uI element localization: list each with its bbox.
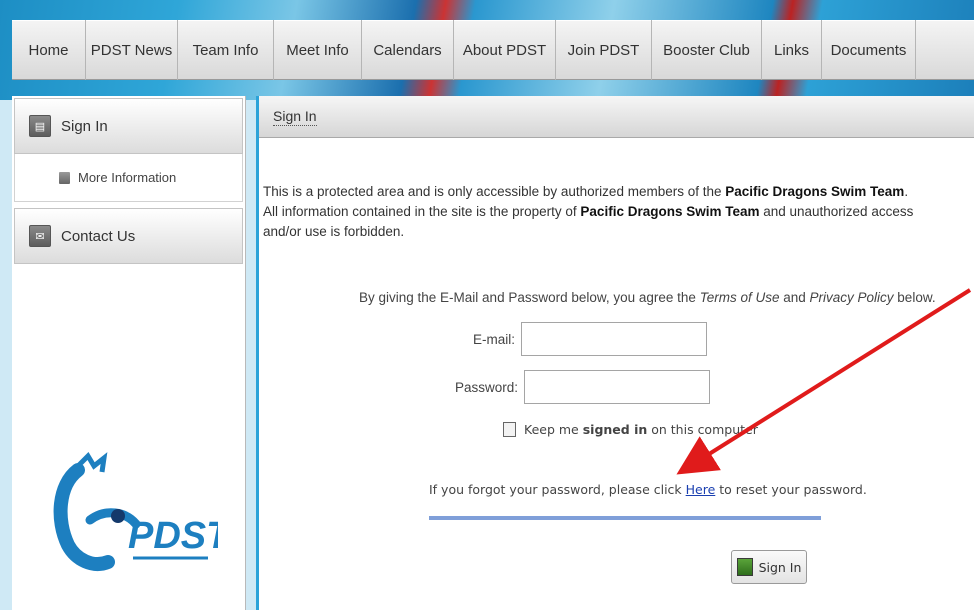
agree-suffix: below.	[893, 290, 936, 305]
sidebar: ▤ Sign In More Information ✉ Contact Us …	[12, 96, 246, 610]
reset-password-link[interactable]: Here	[686, 482, 716, 497]
keep-suffix: on this computer	[647, 422, 758, 437]
contact-icon: ✉	[29, 225, 51, 247]
agree-prefix: By giving the E-Mail and Password below,…	[359, 290, 700, 305]
intro-line-2: All information contained in the site is…	[263, 204, 581, 219]
sign-in-icon: ▤	[29, 115, 51, 137]
page-title: Sign In	[273, 107, 317, 126]
sidebar-item-contact-us[interactable]: ✉ Contact Us	[14, 208, 243, 264]
agreement-text: By giving the E-Mail and Password below,…	[359, 290, 936, 305]
email-field[interactable]	[521, 322, 708, 356]
keep-bold: signed in	[582, 422, 648, 437]
nav-documents[interactable]: Documents	[822, 20, 916, 80]
keep-signed-in-checkbox[interactable]	[503, 422, 516, 437]
main-navigation: Home PDST News Team Info Meet Info Calen…	[12, 20, 974, 80]
team-name-2: Pacific Dragons Swim Team	[580, 204, 760, 219]
keep-signed-in-label: Keep me signed in on this computer	[524, 422, 758, 437]
sign-in-button-icon	[736, 558, 753, 576]
nav-pdst-news[interactable]: PDST News	[86, 20, 178, 80]
nav-meet-info[interactable]: Meet Info	[274, 20, 362, 80]
nav-team-info[interactable]: Team Info	[178, 20, 274, 80]
sidebar-item-sign-in[interactable]: ▤ Sign In	[14, 98, 243, 154]
nav-join-pdst[interactable]: Join PDST	[556, 20, 652, 80]
terms-of-use-link[interactable]: Terms of Use	[700, 290, 780, 305]
forgot-suffix: to reset your password.	[715, 482, 867, 497]
password-field[interactable]	[524, 370, 711, 404]
team-name: Pacific Dragons Swim Team	[725, 184, 905, 199]
document-icon	[59, 171, 70, 184]
password-label: Password:	[455, 379, 519, 395]
nav-home[interactable]: Home	[12, 20, 86, 80]
privacy-policy-link[interactable]: Privacy Policy	[810, 290, 894, 305]
intro-line-1: This is a protected area and is only acc…	[263, 184, 726, 199]
sign-in-button[interactable]: Sign In	[731, 550, 807, 584]
password-row: Password:	[455, 370, 711, 404]
nav-links[interactable]: Links	[762, 20, 822, 80]
intro-text: This is a protected area and is only acc…	[263, 182, 953, 242]
nav-booster-club[interactable]: Booster Club	[652, 20, 762, 80]
sidebar-item-label: More Information	[78, 170, 177, 185]
sign-in-panel: Sign In This is a protected area and is …	[256, 96, 974, 610]
intro-period: .	[904, 184, 909, 199]
sidebar-item-label: Sign In	[61, 117, 108, 135]
nav-about-pdst[interactable]: About PDST	[454, 20, 556, 80]
sign-in-button-label: Sign In	[758, 559, 802, 575]
sidebar-item-label: Contact Us	[61, 227, 136, 245]
email-row: E-mail:	[473, 322, 708, 356]
pdst-logo: PDST	[48, 450, 232, 580]
nav-calendars[interactable]: Calendars	[362, 20, 454, 80]
panel-header: Sign In	[259, 96, 974, 138]
forgot-password-text: If you forgot your password, please clic…	[429, 482, 867, 497]
agree-and: and	[779, 290, 810, 305]
divider	[429, 516, 821, 520]
keep-prefix: Keep me	[524, 422, 583, 437]
logo-text: PDST	[128, 515, 218, 557]
sidebar-item-more-information[interactable]: More Information	[14, 154, 243, 202]
forgot-prefix: If you forgot your password, please clic…	[429, 482, 686, 497]
email-label: E-mail:	[473, 331, 516, 347]
keep-signed-in-row: Keep me signed in on this computer	[503, 422, 758, 437]
